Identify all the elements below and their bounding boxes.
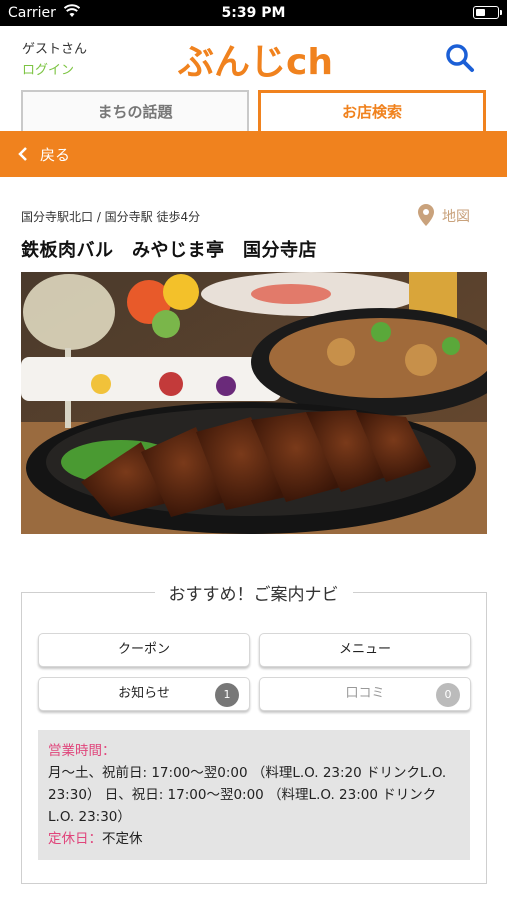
coupon-button[interactable]: クーポン <box>38 633 250 667</box>
shop-photo <box>21 272 487 534</box>
back-bar[interactable]: 戻る <box>0 131 507 177</box>
business-hours-box: 営業時間： 月〜土、祝前日: 17:00〜翌0:00 （料理L.O. 23:20… <box>38 730 470 860</box>
map-pin-icon <box>418 204 434 226</box>
hours-line: L.O. 23:30） <box>48 809 131 825</box>
status-time: 5:39 PM <box>221 5 286 21</box>
review-label: 口コミ <box>345 686 385 701</box>
news-count-badge: 1 <box>215 683 239 707</box>
tab-town-topics[interactable]: まちの話題 <box>21 90 249 132</box>
hours-line: 23:30） 日、祝日: 17:00〜翌0:00 （料理L.O. 23:00 ド… <box>48 787 437 803</box>
menu-button[interactable]: メニュー <box>259 633 471 667</box>
review-button[interactable]: 口コミ 0 <box>259 677 471 711</box>
back-button[interactable]: 戻る <box>40 144 70 165</box>
app-logo[interactable]: ぶんじch <box>178 36 334 82</box>
holiday-label: 定休日： <box>48 831 102 847</box>
login-link[interactable]: ログイン <box>22 59 74 78</box>
holiday-value: 不定休 <box>102 831 143 847</box>
app-header: ゲストさん ログイン ぶんじch <box>0 26 507 90</box>
tab-shop-search[interactable]: お店検索 <box>258 90 486 132</box>
shop-name: 鉄板肉バル みやじま亭 国分寺店 <box>21 240 317 261</box>
guest-label: ゲストさん <box>22 42 88 57</box>
review-count-badge: 0 <box>436 683 460 707</box>
station-info: 国分寺駅北口 / 国分寺駅 徒歩4分 <box>21 210 201 224</box>
search-icon[interactable] <box>440 38 480 78</box>
chevron-left-icon <box>18 147 27 161</box>
news-button[interactable]: お知らせ 1 <box>38 677 250 711</box>
news-label: お知らせ <box>118 686 170 701</box>
navi-title: おすすめ！ご案内ナビ <box>0 580 507 605</box>
map-label[interactable]: 地図 <box>442 206 470 226</box>
map-link[interactable]: 地図 <box>418 203 488 229</box>
svg-text:ぶんじch: ぶんじch <box>178 42 333 82</box>
battery-icon <box>473 6 502 19</box>
hours-line: 月〜土、祝前日: 17:00〜翌0:00 （料理L.O. 23:20 ドリンクL… <box>48 765 447 781</box>
hours-label: 営業時間： <box>48 743 116 759</box>
status-bar: Carrier 5:39 PM <box>0 0 507 26</box>
holiday-row: 定休日：不定休 <box>48 828 460 850</box>
